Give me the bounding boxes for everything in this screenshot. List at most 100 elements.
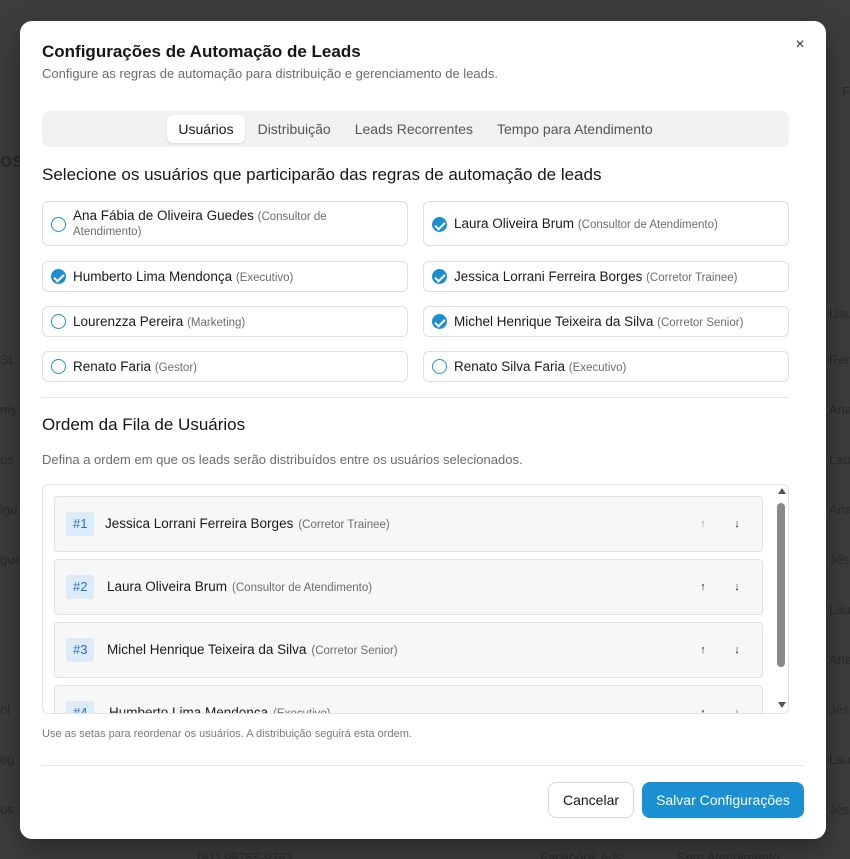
queue-title: Ordem da Fila de Usuários xyxy=(42,415,246,434)
bg-fragment: Ana xyxy=(829,652,850,667)
move-down-icon[interactable]: ↓ xyxy=(730,643,744,657)
user-option[interactable]: Laura Oliveira Brum (Consultor de Atendi… xyxy=(423,201,789,246)
queue-position-badge: #4 xyxy=(66,701,95,713)
bg-fragment: Ana xyxy=(829,402,850,417)
bg-fragment: Ren xyxy=(829,352,850,367)
user-radio[interactable] xyxy=(51,314,66,329)
queue-user: Jessica Lorrani Ferreira Borges (Corretor… xyxy=(105,516,390,531)
user-option[interactable]: Humberto Lima Mendonça (Executivo) xyxy=(42,261,408,292)
user-name: Renato Silva Faria xyxy=(454,359,566,374)
user-role: (Consultor de Atendimento) xyxy=(577,219,718,231)
tab-leads-recorrentes[interactable]: Leads Recorrentes xyxy=(344,115,484,143)
user-radio[interactable] xyxy=(432,217,447,232)
automation-settings-dialog: × Configurações de Automação de Leads Co… xyxy=(20,21,826,839)
dialog-subtitle: Configure as regras de automação para di… xyxy=(42,66,498,81)
move-down-icon[interactable]: ↓ xyxy=(730,580,744,594)
bg-fragment: Jés xyxy=(829,552,850,567)
user-radio[interactable] xyxy=(432,359,447,374)
section-divider xyxy=(42,397,789,398)
user-option[interactable]: Renato Silva Faria (Executivo) xyxy=(423,351,789,382)
bg-fragment: Lau xyxy=(829,752,850,767)
queue-item: #2 Laura Oliveira Brum (Consultor de Aten… xyxy=(54,559,763,615)
move-up-icon[interactable]: ↑ xyxy=(696,643,710,657)
queue-position-badge: #2 xyxy=(66,575,95,599)
queue-position-badge: #3 xyxy=(66,638,95,662)
user-name: Ana Fábia de Oliveira Guedes xyxy=(73,208,254,223)
bg-fragment: F xyxy=(842,84,850,99)
bg-fragment: Ana xyxy=(829,502,850,517)
users-section-title: Selecione os usuários que participarão d… xyxy=(42,165,602,184)
bg-fragment: Lau xyxy=(829,602,850,617)
user-name: Humberto Lima Mendonça xyxy=(73,269,233,284)
bg-fragment: Lau xyxy=(829,452,850,467)
user-role: (Corretor Senior) xyxy=(657,317,744,329)
bg-fragment: my xyxy=(0,402,18,417)
queue-user-name: Michel Henrique Teixeira da Silva xyxy=(107,642,307,657)
user-radio[interactable] xyxy=(432,314,447,329)
queue-user: Laura Oliveira Brum (Consultor de Atendim… xyxy=(107,579,372,594)
bg-fragment: (91) 99765-9763 xyxy=(197,850,294,859)
cancel-button[interactable]: Cancelar xyxy=(548,782,634,818)
user-radio[interactable] xyxy=(51,359,66,374)
close-icon[interactable]: × xyxy=(790,35,810,55)
user-radio[interactable] xyxy=(432,269,447,284)
queue-user: Michel Henrique Teixeira da Silva (Corret… xyxy=(107,642,398,657)
queue-user-role: (Consultor de Atendimento) xyxy=(232,582,373,594)
user-option[interactable]: Lourenzza Pereira (Marketing) xyxy=(42,306,408,337)
user-role: (Gestor) xyxy=(154,362,197,374)
queue-user-name: Jessica Lorrani Ferreira Borges xyxy=(105,516,294,531)
scroll-down-icon[interactable] xyxy=(778,702,786,708)
user-name: Renato Faria xyxy=(73,359,152,374)
move-up-icon[interactable]: ↑ xyxy=(696,517,710,531)
bg-fragment: gue xyxy=(0,552,22,567)
queue-list[interactable]: #1 Jessica Lorrani Ferreira Borges (Corre… xyxy=(42,484,789,714)
move-up-icon[interactable]: ↑ xyxy=(696,580,710,594)
dialog-title: Configurações de Automação de Leads xyxy=(42,42,361,61)
user-option[interactable]: Renato Faria (Gestor) xyxy=(42,351,408,382)
save-button[interactable]: Salvar Configurações xyxy=(642,782,804,818)
user-radio[interactable] xyxy=(51,217,66,232)
bg-fragment: ol xyxy=(0,702,11,717)
user-option[interactable]: Michel Henrique Teixeira da Silva (Corre… xyxy=(423,306,789,337)
queue-user: Humberto Lima Mendonça (Executivo) xyxy=(109,705,331,714)
user-role: (Executivo) xyxy=(568,362,627,374)
user-role: (Marketing) xyxy=(187,317,246,329)
queue-position-badge: #1 xyxy=(66,512,95,536)
move-down-icon[interactable]: ↓ xyxy=(730,706,744,713)
bg-fragment: Facebook Ads xyxy=(540,850,623,859)
user-name: Lourenzza Pereira xyxy=(73,314,184,329)
bg-fragment: SL xyxy=(0,352,16,367)
queue-user-name: Laura Oliveira Brum xyxy=(107,579,228,594)
queue-user-role: (Corretor Trainee) xyxy=(298,519,390,531)
queue-item: #4 Humberto Lima Mendonça (Executivo) ↑ ↓ xyxy=(54,685,763,714)
tab-usuarios[interactable]: Usuários xyxy=(167,115,245,143)
queue-user-role: (Executivo) xyxy=(273,708,331,714)
user-role: (Executivo) xyxy=(235,272,294,284)
bg-fragment: igu xyxy=(0,502,18,517)
user-option[interactable]: Jessica Lorrani Ferreira Borges (Correto… xyxy=(423,261,789,292)
user-name: Laura Oliveira Brum xyxy=(454,216,575,231)
scroll-thumb[interactable] xyxy=(777,503,785,667)
queue-scrollbar[interactable] xyxy=(776,485,788,713)
scroll-up-icon[interactable] xyxy=(778,488,786,494)
queue-item: #1 Jessica Lorrani Ferreira Borges (Corre… xyxy=(54,496,763,552)
bg-fragment: Jés xyxy=(829,802,850,817)
bg-fragment: os xyxy=(0,452,14,467)
move-down-icon[interactable]: ↓ xyxy=(730,517,744,531)
user-radio[interactable] xyxy=(51,269,66,284)
move-up-icon[interactable]: ↑ xyxy=(696,706,710,713)
queue-user-role: (Corretor Senior) xyxy=(311,645,398,657)
user-option[interactable]: Ana Fábia de Oliveira Guedes (Consultor … xyxy=(42,201,408,246)
queue-user-name: Humberto Lima Mendonça xyxy=(109,705,269,714)
user-name: Michel Henrique Teixeira da Silva xyxy=(454,314,654,329)
footer-divider xyxy=(42,765,804,766)
bg-fragment: og xyxy=(0,752,15,767)
tab-distribuicao[interactable]: Distribuição xyxy=(247,115,342,143)
queue-hint: Use as setas para reordenar os usuários.… xyxy=(42,728,412,740)
tab-bar: Usuários Distribuição Leads Recorrentes … xyxy=(42,111,789,147)
user-name: Jessica Lorrani Ferreira Borges xyxy=(454,269,643,284)
bg-fragment: Sem Atendimento xyxy=(677,850,780,859)
bg-fragment: Jés xyxy=(829,702,850,717)
tab-tempo-atendimento[interactable]: Tempo para Atendimento xyxy=(486,115,664,143)
bg-fragment: os xyxy=(0,802,14,817)
